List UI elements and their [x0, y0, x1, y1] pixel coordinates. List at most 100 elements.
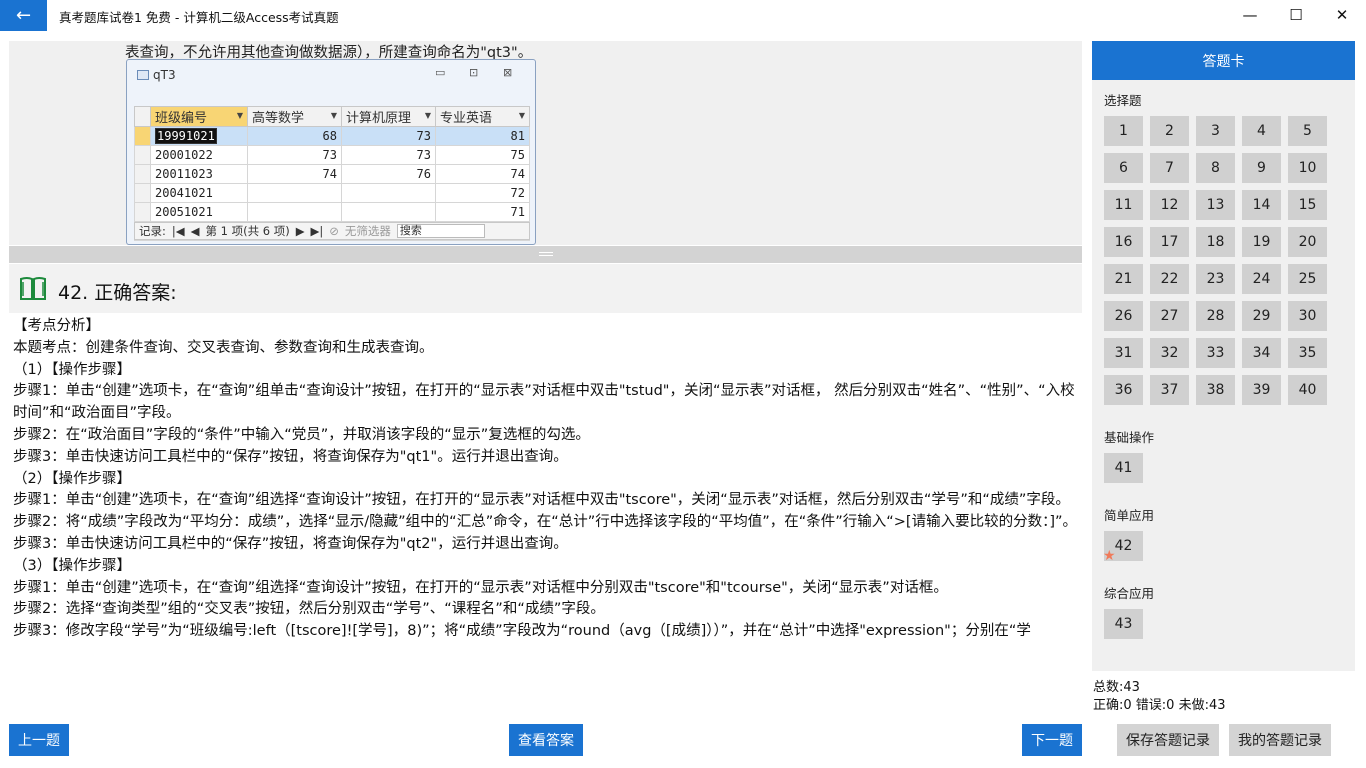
book-icon — [20, 277, 46, 300]
question-button-10[interactable]: 10 — [1288, 153, 1327, 183]
row-selector — [134, 183, 151, 203]
minimize-icon: — — [1242, 6, 1258, 24]
back-button[interactable]: ← — [0, 0, 47, 31]
question-button-16[interactable]: 16 — [1104, 227, 1143, 257]
arrow-left-icon: ← — [15, 5, 32, 26]
table-row: 20011023 74 76 74 — [134, 164, 530, 184]
row-selector — [134, 202, 151, 222]
question-button-27[interactable]: 27 — [1150, 301, 1189, 331]
question-button-42[interactable]: 42 ★ — [1103, 531, 1143, 564]
answer-line: （3）【操作步骤】 — [13, 557, 131, 574]
question-button-9[interactable]: 9 — [1242, 153, 1281, 183]
question-button-15[interactable]: 15 — [1288, 190, 1327, 220]
filter-icon: ⊘ — [329, 224, 339, 238]
active-cell: 19991021 — [155, 128, 217, 144]
question-button-20[interactable]: 20 — [1288, 227, 1327, 257]
close-icon: ✕ — [1335, 6, 1349, 24]
prev-record-icon: ◀ — [190, 224, 200, 238]
record-position: 第 1 项(共 6 项) — [205, 224, 290, 238]
answer-line: 步骤3：单击快速访问工具栏中的“保存”按钮，将查询保存为"qt1"。运行并退出查… — [13, 448, 568, 465]
aw-close-icon: ⊠ — [503, 66, 513, 79]
my-record-button[interactable]: 我的答题记录 — [1229, 724, 1331, 756]
first-record-icon: |◀ — [171, 224, 185, 238]
next-record-icon: ▶ — [295, 224, 305, 238]
question-button-3[interactable]: 3 — [1196, 116, 1235, 146]
select-all-corner — [134, 106, 151, 127]
question-button-39[interactable]: 39 — [1242, 375, 1281, 405]
question-button-41[interactable]: 41 — [1104, 453, 1143, 483]
answer-card-panel: 答题卡 选择题 1 2 3 4 5 6 7 8 9 10 11 12 13 14 15 16 17 18 19 20 2… — [1092, 41, 1355, 671]
question-button-36[interactable]: 36 — [1104, 375, 1143, 405]
question-button-24[interactable]: 24 — [1242, 264, 1281, 294]
answer-line: 步骤1：单击“创建”选项卡，在“查询”组单击“查询设计”按钮，在打开的“显示表”… — [13, 383, 1075, 422]
question-button-2[interactable]: 2 — [1150, 116, 1189, 146]
splitter-grip[interactable] — [539, 252, 553, 256]
question-button-11[interactable]: 11 — [1104, 190, 1143, 220]
question-button-33[interactable]: 33 — [1196, 338, 1235, 368]
row-selector — [134, 126, 151, 146]
question-button-43[interactable]: 43 — [1104, 609, 1143, 639]
question-button-21[interactable]: 21 — [1104, 264, 1143, 294]
section-label-simple: 简单应用 — [1104, 508, 1155, 523]
question-button-13[interactable]: 13 — [1196, 190, 1235, 220]
answer-line: 步骤3：单击快速访问工具栏中的“保存”按钮，将查询保存为"qt2"，运行并退出查… — [13, 535, 568, 552]
question-button-26[interactable]: 26 — [1104, 301, 1143, 331]
row-selector — [134, 164, 151, 184]
column-header: 专业英语 ▼ — [435, 106, 530, 127]
question-button-37[interactable]: 37 — [1150, 375, 1189, 405]
answer-line: 本题考点：创建条件查询、交叉表查询、参数查询和生成表查询。 — [13, 339, 434, 356]
answer-line: （1）【操作步骤】 — [13, 361, 131, 378]
question-button-40[interactable]: 40 — [1288, 375, 1327, 405]
question-button-8[interactable]: 8 — [1196, 153, 1235, 183]
question-button-28[interactable]: 28 — [1196, 301, 1235, 331]
answer-line: 步骤1：单击“创建”选项卡，在“查询”组选择“查询设计”按钮，在打开的“显示表”… — [13, 492, 1070, 509]
next-question-button[interactable]: 下一题 — [1022, 724, 1082, 756]
question-button-14[interactable]: 14 — [1242, 190, 1281, 220]
prev-question-button[interactable]: 上一题 — [9, 724, 69, 756]
close-button[interactable]: ✕ — [1319, 4, 1365, 26]
question-button-30[interactable]: 30 — [1288, 301, 1327, 331]
save-record-button[interactable]: 保存答题记录 — [1117, 724, 1219, 756]
view-answer-button[interactable]: 查看答案 — [509, 724, 583, 756]
answer-line: 【考点分析】 — [13, 318, 100, 334]
question-panel[interactable]: 表查询，不允许用其他查询做数据源），所建查询命名为"qt3"。 qT3 ▭ ⊡ … — [9, 41, 1082, 245]
maximize-button[interactable]: ☐ — [1273, 4, 1319, 26]
answer-line: 步骤2：将“成绩”字段改为“平均分：成绩”，选择“显示/隐藏”组中的“汇总”命令… — [13, 514, 1078, 531]
question-button-38[interactable]: 38 — [1196, 375, 1235, 405]
question-button-7[interactable]: 7 — [1150, 153, 1189, 183]
section-label-basic: 基础操作 — [1104, 430, 1155, 445]
question-button-22[interactable]: 22 — [1150, 264, 1189, 294]
question-button-35[interactable]: 35 — [1288, 338, 1327, 368]
table-row: 20041021 72 — [134, 183, 530, 203]
window-title: 真考题库试卷1 免费 - 计算机二级Access考试真题 — [59, 10, 339, 25]
question-button-31[interactable]: 31 — [1104, 338, 1143, 368]
question-button-29[interactable]: 29 — [1242, 301, 1281, 331]
maximize-icon: ☐ — [1289, 6, 1303, 24]
minimize-button[interactable]: — — [1227, 4, 1273, 26]
question-button-4[interactable]: 4 — [1242, 116, 1281, 146]
answer-panel[interactable]: 42. 正确答案: 【考点分析】 本题考点：创建条件查询、交叉表查询、参数查询和… — [9, 264, 1082, 694]
question-button-6[interactable]: 6 — [1104, 153, 1143, 183]
dropdown-arrow-icon: ▼ — [518, 111, 525, 120]
score-summary: 总数:43 正确:0 错误:0 未做:43 — [1093, 679, 1226, 715]
question-button-32[interactable]: 32 — [1150, 338, 1189, 368]
question-button-18[interactable]: 18 — [1196, 227, 1235, 257]
datasheet-grid: 班级编号 ▼ 高等数学 ▼ 计算机原理 ▼ 专业英语 ▼ 19991021 68 73 … — [134, 106, 530, 241]
question-button-1[interactable]: 1 — [1104, 116, 1143, 146]
column-header: 计算机原理 ▼ — [341, 106, 436, 127]
question-button-19[interactable]: 19 — [1242, 227, 1281, 257]
question-button-5[interactable]: 5 — [1288, 116, 1327, 146]
access-window-title: qT3 — [137, 68, 176, 82]
question-button-34[interactable]: 34 — [1242, 338, 1281, 368]
question-button-23[interactable]: 23 — [1196, 264, 1235, 294]
aw-minimize-icon: ▭ — [435, 66, 446, 79]
question-button-25[interactable]: 25 — [1288, 264, 1327, 294]
search-box: 搜索 — [396, 224, 485, 238]
answer-line: （2）【操作步骤】 — [13, 470, 131, 487]
panel-splitter[interactable] — [9, 246, 1082, 263]
question-button-12[interactable]: 12 — [1150, 190, 1189, 220]
question-button-17[interactable]: 17 — [1150, 227, 1189, 257]
table-row: 20051021 71 — [134, 202, 530, 222]
dropdown-arrow-icon: ▼ — [236, 111, 243, 120]
dropdown-arrow-icon: ▼ — [330, 111, 337, 120]
